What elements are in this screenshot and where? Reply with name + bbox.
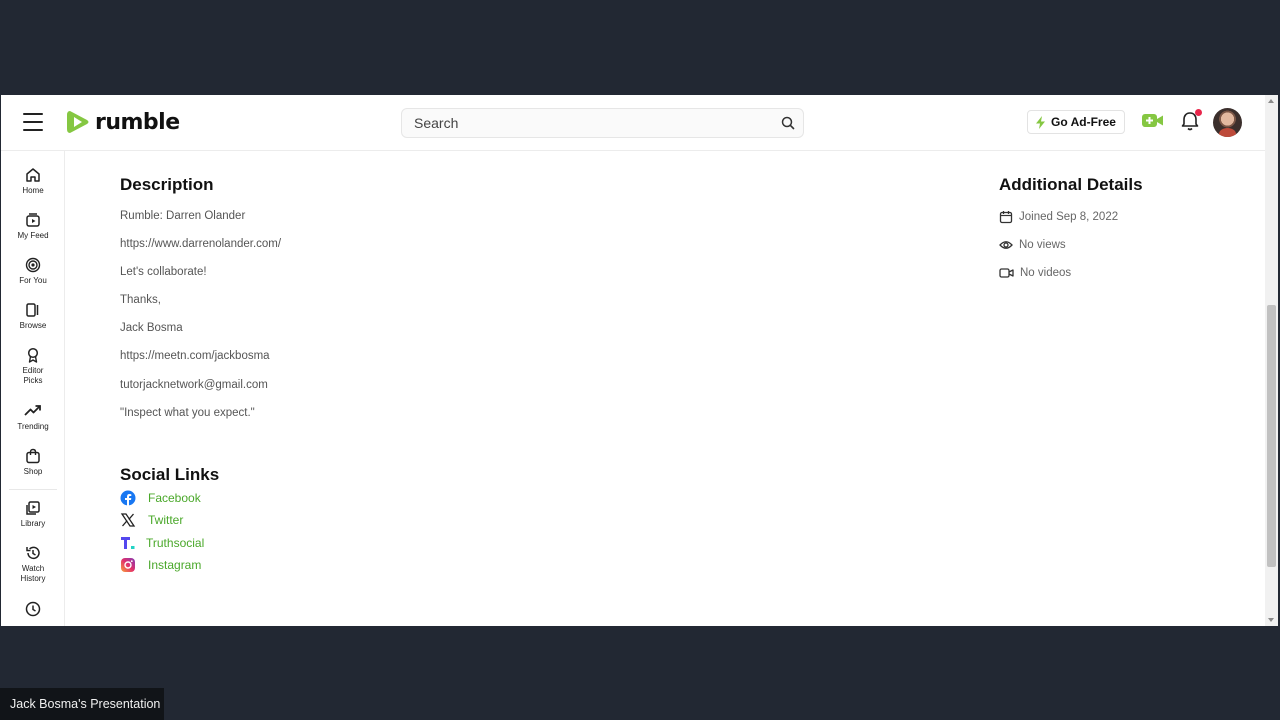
detail-videos-label: No videos — [1020, 267, 1072, 279]
sidebar-label-library: Library — [20, 519, 46, 528]
award-icon — [27, 347, 39, 363]
feed-icon — [26, 213, 40, 227]
instagram-icon — [121, 558, 135, 572]
sidebar-item-home[interactable]: Home — [1, 167, 65, 196]
home-icon — [26, 168, 40, 182]
page-scrollbar[interactable] — [1265, 95, 1278, 626]
bag-icon — [26, 448, 40, 464]
sidebar-label-watch-history: Watch History — [20, 564, 46, 583]
sidebar-item-library[interactable]: Library — [1, 500, 65, 529]
facebook-icon — [120, 490, 136, 506]
calendar-icon — [999, 211, 1013, 224]
sidebar-label-for-you: For You — [19, 276, 47, 285]
search-input[interactable] — [402, 109, 773, 137]
sidebar-item-my-feed[interactable]: My Feed — [1, 212, 65, 241]
presentation-label: Jack Bosma's Presentation — [0, 688, 164, 720]
social-links-heading: Social Links — [120, 465, 220, 484]
top-header: rumble Go Ad-Free — [1, 95, 1265, 151]
go-ad-free-button[interactable]: Go Ad-Free — [1027, 110, 1125, 134]
scrollbar-thumb[interactable] — [1267, 305, 1276, 567]
detail-views: No views — [999, 238, 1066, 252]
description-line: Jack Bosma — [120, 322, 183, 334]
clock-icon — [25, 601, 41, 617]
social-link-twitter[interactable]: Twitter — [120, 512, 183, 528]
sidebar-item-trending[interactable]: Trending — [1, 403, 65, 432]
go-ad-free-label: Go Ad-Free — [1051, 115, 1116, 129]
notification-badge — [1195, 109, 1202, 116]
rumble-play-logo-icon — [67, 111, 89, 133]
sidebar-label-home: Home — [22, 186, 44, 195]
history-icon — [26, 546, 40, 560]
sidebar-label-shop: Shop — [23, 467, 43, 476]
social-label-facebook: Facebook — [148, 491, 201, 505]
description-line: "Inspect what you expect." — [120, 407, 255, 419]
description-line: Let's collaborate! — [120, 266, 207, 278]
social-label-instagram: Instagram — [148, 558, 202, 572]
hamburger-menu-icon[interactable] — [23, 113, 43, 131]
sidebar-item-browse[interactable]: Browse — [1, 302, 65, 331]
video-icon — [999, 268, 1014, 278]
truthsocial-icon — [121, 537, 135, 549]
scroll-up-arrow-icon[interactable] — [1268, 99, 1274, 103]
rumble-logo[interactable]: rumble — [65, 108, 180, 136]
sidebar-label-trending: Trending — [17, 422, 49, 431]
detail-joined: Joined Sep 8, 2022 — [999, 210, 1118, 224]
eye-icon — [999, 241, 1013, 249]
user-avatar[interactable] — [1213, 108, 1242, 137]
sidebar-item-clock[interactable] — [1, 601, 65, 617]
social-label-twitter: Twitter — [148, 513, 184, 527]
description-line: https://meetn.com/jackbosma — [120, 350, 270, 362]
detail-views-label: No views — [1019, 239, 1066, 251]
social-link-facebook[interactable]: Facebook — [120, 490, 201, 506]
description-line: https://www.darrenolander.com/ — [120, 238, 282, 250]
description-line: Rumble: Darren Olander — [120, 210, 246, 222]
additional-details-heading: Additional Details — [999, 175, 1143, 194]
lightning-icon — [1036, 115, 1046, 129]
sidebar-item-for-you[interactable]: For You — [1, 257, 65, 286]
browser-frame: rumble Go Ad-Free — [1, 95, 1278, 626]
notifications-bell-icon[interactable] — [1180, 109, 1202, 137]
scroll-down-arrow-icon[interactable] — [1268, 618, 1274, 622]
social-link-truthsocial[interactable]: Truthsocial — [120, 535, 204, 551]
trending-icon — [24, 405, 41, 416]
upload-video-icon[interactable] — [1141, 111, 1165, 136]
description-heading: Description — [120, 175, 214, 194]
sidebar-label-editor-picks: Editor Picks — [22, 366, 44, 385]
detail-videos: No videos — [999, 266, 1071, 280]
detail-joined-label: Joined Sep 8, 2022 — [1019, 211, 1119, 223]
search-bar — [401, 108, 804, 138]
sidebar-item-shop[interactable]: Shop — [1, 448, 65, 477]
browse-icon — [26, 303, 39, 317]
left-sidebar: Home My Feed For You Browse Editor Picks… — [1, 151, 65, 626]
library-icon — [26, 501, 40, 515]
social-label-truthsocial: Truthsocial — [146, 536, 205, 550]
target-icon — [25, 257, 41, 273]
sidebar-label-my-feed: My Feed — [17, 231, 49, 240]
social-link-instagram[interactable]: Instagram — [120, 557, 201, 573]
sidebar-label-browse: Browse — [19, 321, 47, 330]
sidebar-divider — [9, 489, 57, 490]
search-icon[interactable] — [773, 116, 803, 130]
sidebar-item-editor-picks[interactable]: Editor Picks — [1, 347, 65, 386]
sidebar-item-watch-history[interactable]: Watch History — [1, 545, 65, 584]
x-icon — [120, 513, 136, 527]
description-line: Thanks, — [120, 294, 161, 306]
description-line: tutorjacknetwork@gmail.com — [120, 379, 268, 391]
logo-text: rumble — [95, 109, 180, 135]
